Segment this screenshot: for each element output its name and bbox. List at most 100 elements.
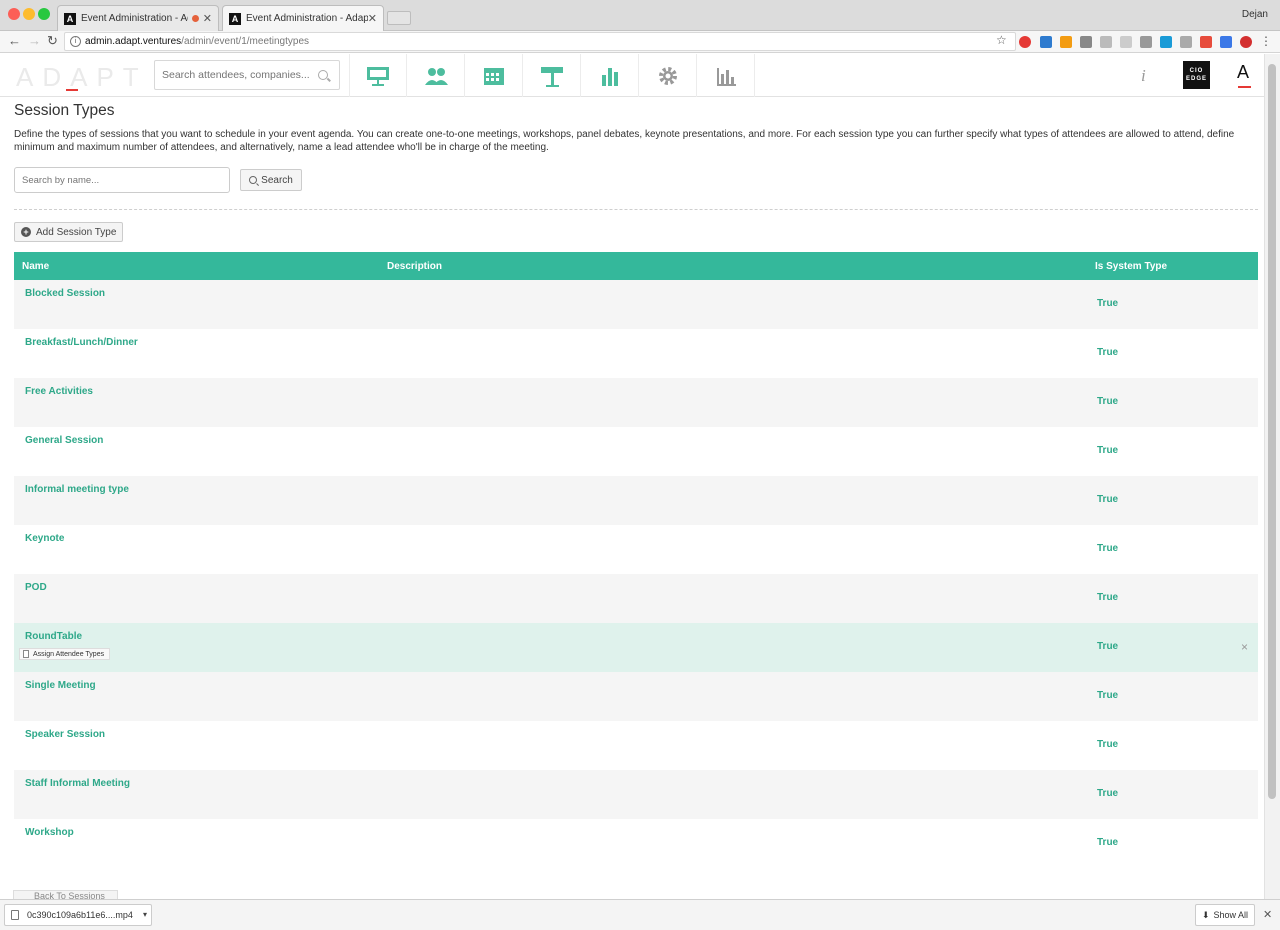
extension-icon[interactable] [1040, 36, 1052, 48]
table-row[interactable]: Workshop True [14, 819, 1258, 868]
global-search-input[interactable] [154, 60, 340, 90]
profile-name[interactable]: Dejan [1242, 9, 1268, 20]
nav-reports[interactable] [581, 54, 639, 97]
session-type-link[interactable]: Breakfast/Lunch/Dinner [25, 337, 138, 348]
session-type-link[interactable]: Workshop [25, 827, 74, 838]
page-title: Session Types [14, 102, 115, 119]
column-header-description[interactable]: Description [379, 252, 1087, 280]
extension-icon[interactable] [1060, 36, 1072, 48]
system-type-value: True [1097, 690, 1119, 701]
filter-bar: Search [14, 167, 1258, 193]
table-row[interactable]: Keynote True [14, 525, 1258, 574]
app-header: ADAPT Search attendees, companies... i C… [0, 54, 1264, 97]
cell-system-type: True [1087, 427, 1258, 476]
column-header-name[interactable]: Name [14, 252, 379, 280]
table-row[interactable]: Blocked Session True [14, 280, 1258, 329]
session-type-link[interactable]: Keynote [25, 533, 64, 544]
table-row[interactable]: Staff Informal Meeting True [14, 770, 1258, 819]
table-row[interactable]: Free Activities True [14, 378, 1258, 427]
session-type-link[interactable]: Speaker Session [25, 729, 105, 740]
table-row[interactable]: General Session True [14, 427, 1258, 476]
remove-row-icon[interactable]: × [1241, 640, 1248, 654]
cell-name: RoundTable Assign Attendee Types [14, 623, 379, 672]
table-row[interactable]: Single Meeting True [14, 672, 1258, 721]
nav-settings[interactable] [639, 54, 697, 97]
main-content: Session Types Define the types of sessio… [14, 97, 1258, 868]
system-type-value: True [1097, 592, 1119, 603]
page-scrollbar-thumb[interactable] [1268, 64, 1276, 799]
cell-description [379, 672, 1087, 721]
column-header-system-type[interactable]: Is System Type [1087, 252, 1258, 280]
cio-edge-logo[interactable]: CIO EDGE [1183, 61, 1210, 89]
session-type-link[interactable]: RoundTable [25, 631, 82, 642]
add-button-label: Add Session Type [36, 226, 117, 238]
extension-icon[interactable] [1180, 36, 1192, 48]
add-session-type-button[interactable]: + Add Session Type [14, 222, 123, 242]
close-tab-icon[interactable]: ✕ [203, 12, 212, 25]
section-divider [14, 209, 1258, 210]
assign-attendee-types-button[interactable]: Assign Attendee Types [19, 648, 111, 660]
url-field[interactable]: i admin.adapt.ventures/admin/event/1/mee… [64, 32, 1016, 51]
search-icon[interactable] [318, 70, 328, 80]
table-row[interactable]: Informal meeting type True [14, 476, 1258, 525]
session-type-link[interactable]: Blocked Session [25, 288, 105, 299]
name-filter-input[interactable] [14, 167, 230, 193]
session-type-link[interactable]: Staff Informal Meeting [25, 778, 130, 789]
extension-icon[interactable] [1019, 36, 1031, 48]
table-row[interactable]: POD True [14, 574, 1258, 623]
table-row[interactable]: RoundTable Assign Attendee Types True × [14, 623, 1258, 672]
cell-description [379, 280, 1087, 329]
system-type-value: True [1097, 494, 1119, 505]
download-arrow-icon: ⬇ [1201, 909, 1210, 920]
nav-calendar[interactable] [465, 54, 523, 97]
back-arrow-icon[interactable]: ← [8, 33, 21, 48]
extension-icon[interactable] [1200, 36, 1212, 48]
session-type-link[interactable]: Single Meeting [25, 680, 96, 691]
account-avatar[interactable]: A [1237, 62, 1252, 88]
new-tab-button[interactable] [387, 11, 411, 25]
site-info-icon[interactable]: i [70, 36, 81, 47]
extension-icon[interactable] [1080, 36, 1092, 48]
gear-icon [658, 66, 677, 85]
browser-tab-2[interactable]: A Event Administration - Adapt ✕ [222, 5, 384, 31]
adapt-logo[interactable]: ADAPT [16, 62, 148, 93]
extension-icon[interactable] [1240, 36, 1252, 48]
close-shelf-icon[interactable]: ✕ [1263, 908, 1272, 921]
session-type-link[interactable]: POD [25, 582, 47, 593]
download-item[interactable]: 0c390c109a6b11e6....mp4 ▾ [4, 904, 152, 926]
session-type-link[interactable]: Free Activities [25, 386, 93, 397]
forward-arrow-icon[interactable]: → [28, 33, 41, 48]
maximize-window-button[interactable] [38, 8, 50, 20]
chevron-down-icon[interactable]: ▾ [143, 910, 147, 919]
session-type-link[interactable]: Informal meeting type [25, 484, 129, 495]
extension-icon[interactable] [1160, 36, 1172, 48]
close-window-button[interactable] [8, 8, 20, 20]
browser-menu-icon[interactable]: ⋮ [1260, 34, 1272, 48]
cell-system-type: True [1087, 280, 1258, 329]
search-button[interactable]: Search [240, 169, 302, 191]
extension-icon[interactable] [1140, 36, 1152, 48]
download-file-name: 0c390c109a6b11e6....mp4 [27, 910, 133, 920]
reload-icon[interactable]: ↻ [47, 33, 58, 49]
extension-icon[interactable] [1100, 36, 1112, 48]
nav-analytics[interactable] [697, 54, 755, 97]
table-row[interactable]: Breakfast/Lunch/Dinner True [14, 329, 1258, 378]
calendar-icon [483, 67, 504, 85]
extension-icon[interactable] [1120, 36, 1132, 48]
table-row[interactable]: Speaker Session True [14, 721, 1258, 770]
tab-title: Event Administration - Adapt [246, 13, 368, 24]
bookmark-star-icon[interactable]: ☆ [996, 33, 1007, 47]
extension-icon[interactable] [1220, 36, 1232, 48]
info-icon[interactable]: i [1141, 66, 1146, 86]
session-type-link[interactable]: General Session [25, 435, 103, 446]
close-tab-icon[interactable]: ✕ [368, 12, 377, 25]
session-types-table: Name Description Is System Type Blocked … [14, 252, 1258, 868]
cell-description [379, 525, 1087, 574]
show-all-downloads-button[interactable]: ⬇ Show All [1195, 904, 1255, 926]
minimize-window-button[interactable] [23, 8, 35, 20]
system-type-value: True [1097, 347, 1119, 358]
nav-venues[interactable] [523, 54, 581, 97]
browser-tab-1[interactable]: A Event Administration - Adap ✕ [57, 5, 219, 31]
nav-attendees[interactable] [407, 54, 465, 97]
nav-presentation[interactable] [349, 54, 407, 97]
